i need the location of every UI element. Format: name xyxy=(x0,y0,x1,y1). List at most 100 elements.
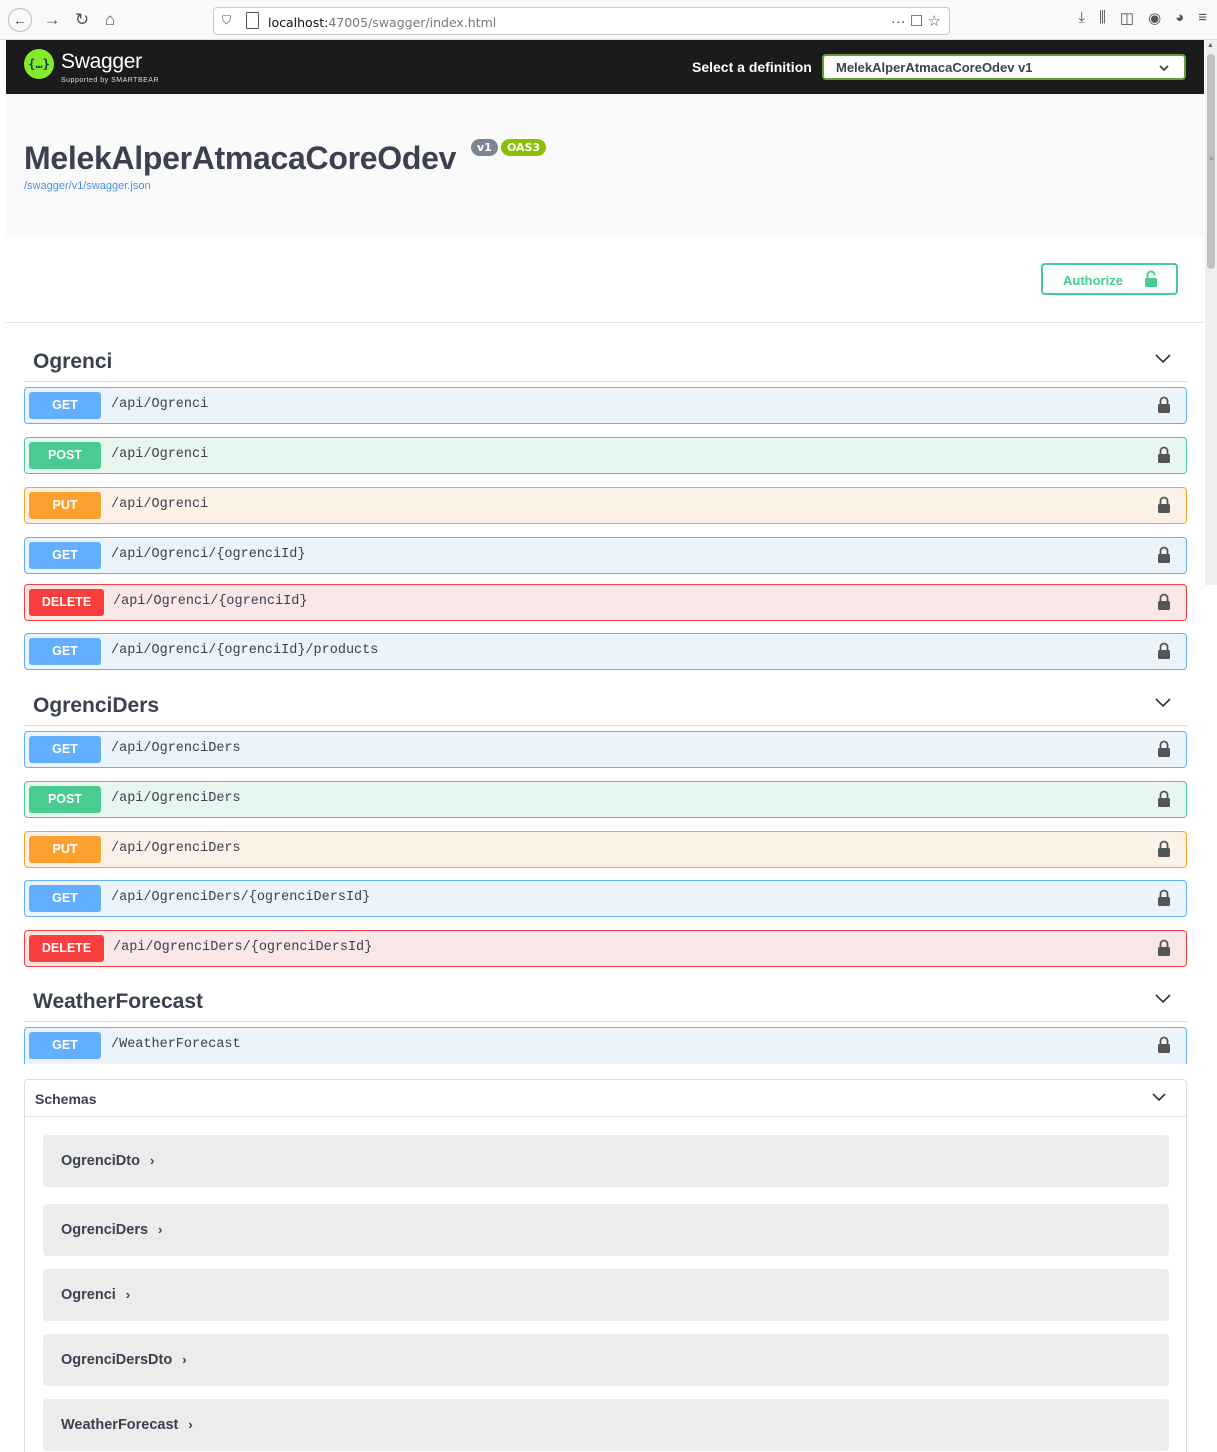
chevron-right-icon: › xyxy=(149,1153,155,1168)
opblock-get-ogrenciders-by-id[interactable]: GET /api/OgrenciDers/{ogrenciDersId} xyxy=(24,880,1187,917)
lock-icon[interactable] xyxy=(1157,546,1171,569)
chevron-right-icon: › xyxy=(125,1287,131,1302)
method-badge: POST xyxy=(29,786,101,813)
lock-icon[interactable] xyxy=(1157,1036,1171,1059)
chevron-down-icon[interactable] xyxy=(1153,352,1173,371)
back-icon[interactable]: ← xyxy=(8,8,32,32)
method-badge: PUT xyxy=(29,492,101,519)
method-badge: DELETE xyxy=(29,935,104,962)
account-icon[interactable]: ◉ xyxy=(1148,9,1161,27)
operation-path: /api/Ogrenci xyxy=(111,497,209,512)
page-title: MelekAlperAtmacaCoreOdev xyxy=(24,140,457,176)
lock-icon[interactable] xyxy=(1157,642,1171,665)
logo-subtitle: Supported by SMARTBEAR xyxy=(61,77,160,84)
authorize-label: Authorize xyxy=(1063,273,1123,288)
lock-icon[interactable] xyxy=(1157,446,1171,469)
definition-label: Select a definition xyxy=(692,59,812,75)
url-text[interactable]: localhost:47005/swagger/index.html xyxy=(268,15,496,30)
reload-icon[interactable]: ↻ xyxy=(70,8,94,32)
opblock-get-ogrenciders[interactable]: GET /api/OgrenciDers xyxy=(24,731,1187,768)
lock-icon[interactable] xyxy=(1157,593,1171,616)
tag-ogrenci[interactable]: Ogrenci xyxy=(24,344,1187,382)
home-icon[interactable]: ⌂ xyxy=(98,8,122,32)
model-label: OgrenciDers xyxy=(61,1222,149,1238)
chevron-right-icon: › xyxy=(188,1417,193,1432)
opblock-get-ogrenci-products[interactable]: GET /api/Ogrenci/{ogrenciId}/products xyxy=(24,633,1187,670)
lock-icon[interactable] xyxy=(1157,396,1171,419)
url-host: localhost: xyxy=(268,15,329,30)
schema-model[interactable]: OgrenciDers › xyxy=(43,1204,1169,1256)
version-badge: v1 xyxy=(471,139,498,156)
operation-path: /WeatherForecast xyxy=(111,1037,241,1052)
model-name: WeatherForecast › xyxy=(61,1417,193,1433)
opblock-put-ogrenci[interactable]: PUT /api/Ogrenci xyxy=(24,487,1187,524)
scroll-up-icon[interactable]: ▲ xyxy=(1207,42,1214,49)
swagger-json-link[interactable]: /swagger/v1/swagger.json xyxy=(24,180,151,192)
opblock-get-ogrenci-by-id[interactable]: GET /api/Ogrenci/{ogrenciId} xyxy=(24,537,1187,574)
lock-icon[interactable] xyxy=(1157,790,1171,813)
swagger-topbar: {…} Swagger Supported by SMARTBEAR Selec… xyxy=(6,40,1204,94)
model-label: WeatherForecast xyxy=(61,1417,179,1433)
opblock-put-ogrenciders[interactable]: PUT /api/OgrenciDers xyxy=(24,831,1187,868)
chevron-right-icon: › xyxy=(158,1222,163,1237)
operation-path: /api/OgrenciDers xyxy=(111,741,241,756)
browser-tools: ⤓ ⫼ ◫ ◉ ◕ ≡ xyxy=(1078,9,1207,27)
method-badge: GET xyxy=(29,638,101,665)
operation-path: /api/Ogrenci/{ogrenciId} xyxy=(111,547,306,562)
chevron-down-icon[interactable] xyxy=(1153,696,1173,715)
forward-icon[interactable]: → xyxy=(40,8,64,32)
opblock-post-ogrenciders[interactable]: POST /api/OgrenciDers xyxy=(24,781,1187,818)
tag-title: WeatherForecast xyxy=(33,990,204,1013)
schema-model[interactable]: OgrenciDersDto › xyxy=(43,1334,1169,1386)
lock-icon[interactable] xyxy=(1157,496,1171,519)
operation-path: /api/Ogrenci/{ogrenciId}/products xyxy=(111,643,379,658)
model-name: OgrenciDto › xyxy=(61,1153,154,1169)
lock-icon[interactable] xyxy=(1157,740,1171,763)
operation-path: /api/Ogrenci/{ogrenciId} xyxy=(113,594,308,609)
lock-icon[interactable] xyxy=(1157,889,1171,912)
method-badge: PUT xyxy=(29,836,101,863)
shield-icon[interactable]: ⛉ xyxy=(222,13,231,28)
logo-text[interactable]: Swagger xyxy=(61,50,142,74)
url-actions[interactable]: ··· ☐ ☆ xyxy=(891,12,941,30)
swagger-logo-icon[interactable]: {…} xyxy=(24,49,54,79)
unlock-icon xyxy=(1143,270,1159,293)
tag-ogrenciders[interactable]: OgrenciDers xyxy=(24,688,1187,726)
opblock-delete-ogrenciders[interactable]: DELETE /api/OgrenciDers/{ogrenciDersId} xyxy=(24,930,1187,967)
tag-title: OgrenciDers xyxy=(33,694,160,717)
schema-model[interactable]: OgrenciDto › xyxy=(43,1135,1169,1187)
model-label: OgrenciDersDto xyxy=(61,1352,173,1368)
menu-icon[interactable]: ≡ xyxy=(1198,9,1207,27)
model-name: OgrenciDers › xyxy=(61,1222,162,1238)
method-badge: GET xyxy=(29,1032,101,1059)
page-icon xyxy=(246,12,259,29)
opblock-post-ogrenci[interactable]: POST /api/Ogrenci xyxy=(24,437,1187,474)
tag-weatherforecast[interactable]: WeatherForecast xyxy=(24,984,1187,1022)
operation-path: /api/OgrenciDers xyxy=(111,791,241,806)
sidebar-icon[interactable]: ◫ xyxy=(1120,9,1134,27)
extensions-icon[interactable]: ◕ xyxy=(1175,9,1184,27)
schemas-header[interactable]: Schemas xyxy=(25,1080,1186,1117)
lock-icon[interactable] xyxy=(1157,840,1171,863)
chevron-down-icon[interactable] xyxy=(1150,1090,1168,1109)
library-icon[interactable]: ⫼ xyxy=(1099,9,1106,27)
model-label: Ogrenci xyxy=(61,1287,116,1303)
definition-select[interactable]: MelekAlperAtmacaCoreOdev v1 xyxy=(822,54,1186,80)
operation-path: /api/Ogrenci xyxy=(111,447,209,462)
operation-path: /api/OgrenciDers xyxy=(111,841,241,856)
schema-model[interactable]: Ogrenci › xyxy=(43,1269,1169,1321)
schema-model[interactable]: WeatherForecast › xyxy=(43,1399,1169,1451)
download-icon[interactable]: ⤓ xyxy=(1078,9,1085,27)
opblock-get-ogrenci[interactable]: GET /api/Ogrenci xyxy=(24,387,1187,424)
address-bar[interactable]: ⛉ localhost:47005/swagger/index.html ···… xyxy=(213,7,950,35)
opblock-get-weatherforecast[interactable]: GET /WeatherForecast xyxy=(24,1027,1187,1064)
lock-icon[interactable] xyxy=(1157,939,1171,962)
method-badge: GET xyxy=(29,885,101,912)
opblock-delete-ogrenci[interactable]: DELETE /api/Ogrenci/{ogrenciId} xyxy=(24,584,1187,621)
authorize-button[interactable]: Authorize xyxy=(1041,263,1178,295)
schemas-title: Schemas xyxy=(35,1091,97,1107)
page-scrollbar[interactable]: ▲ ≡ xyxy=(1205,40,1217,585)
url-path: 47005/swagger/index.html xyxy=(328,15,497,30)
method-badge: POST xyxy=(29,442,101,469)
chevron-down-icon[interactable] xyxy=(1153,992,1173,1011)
